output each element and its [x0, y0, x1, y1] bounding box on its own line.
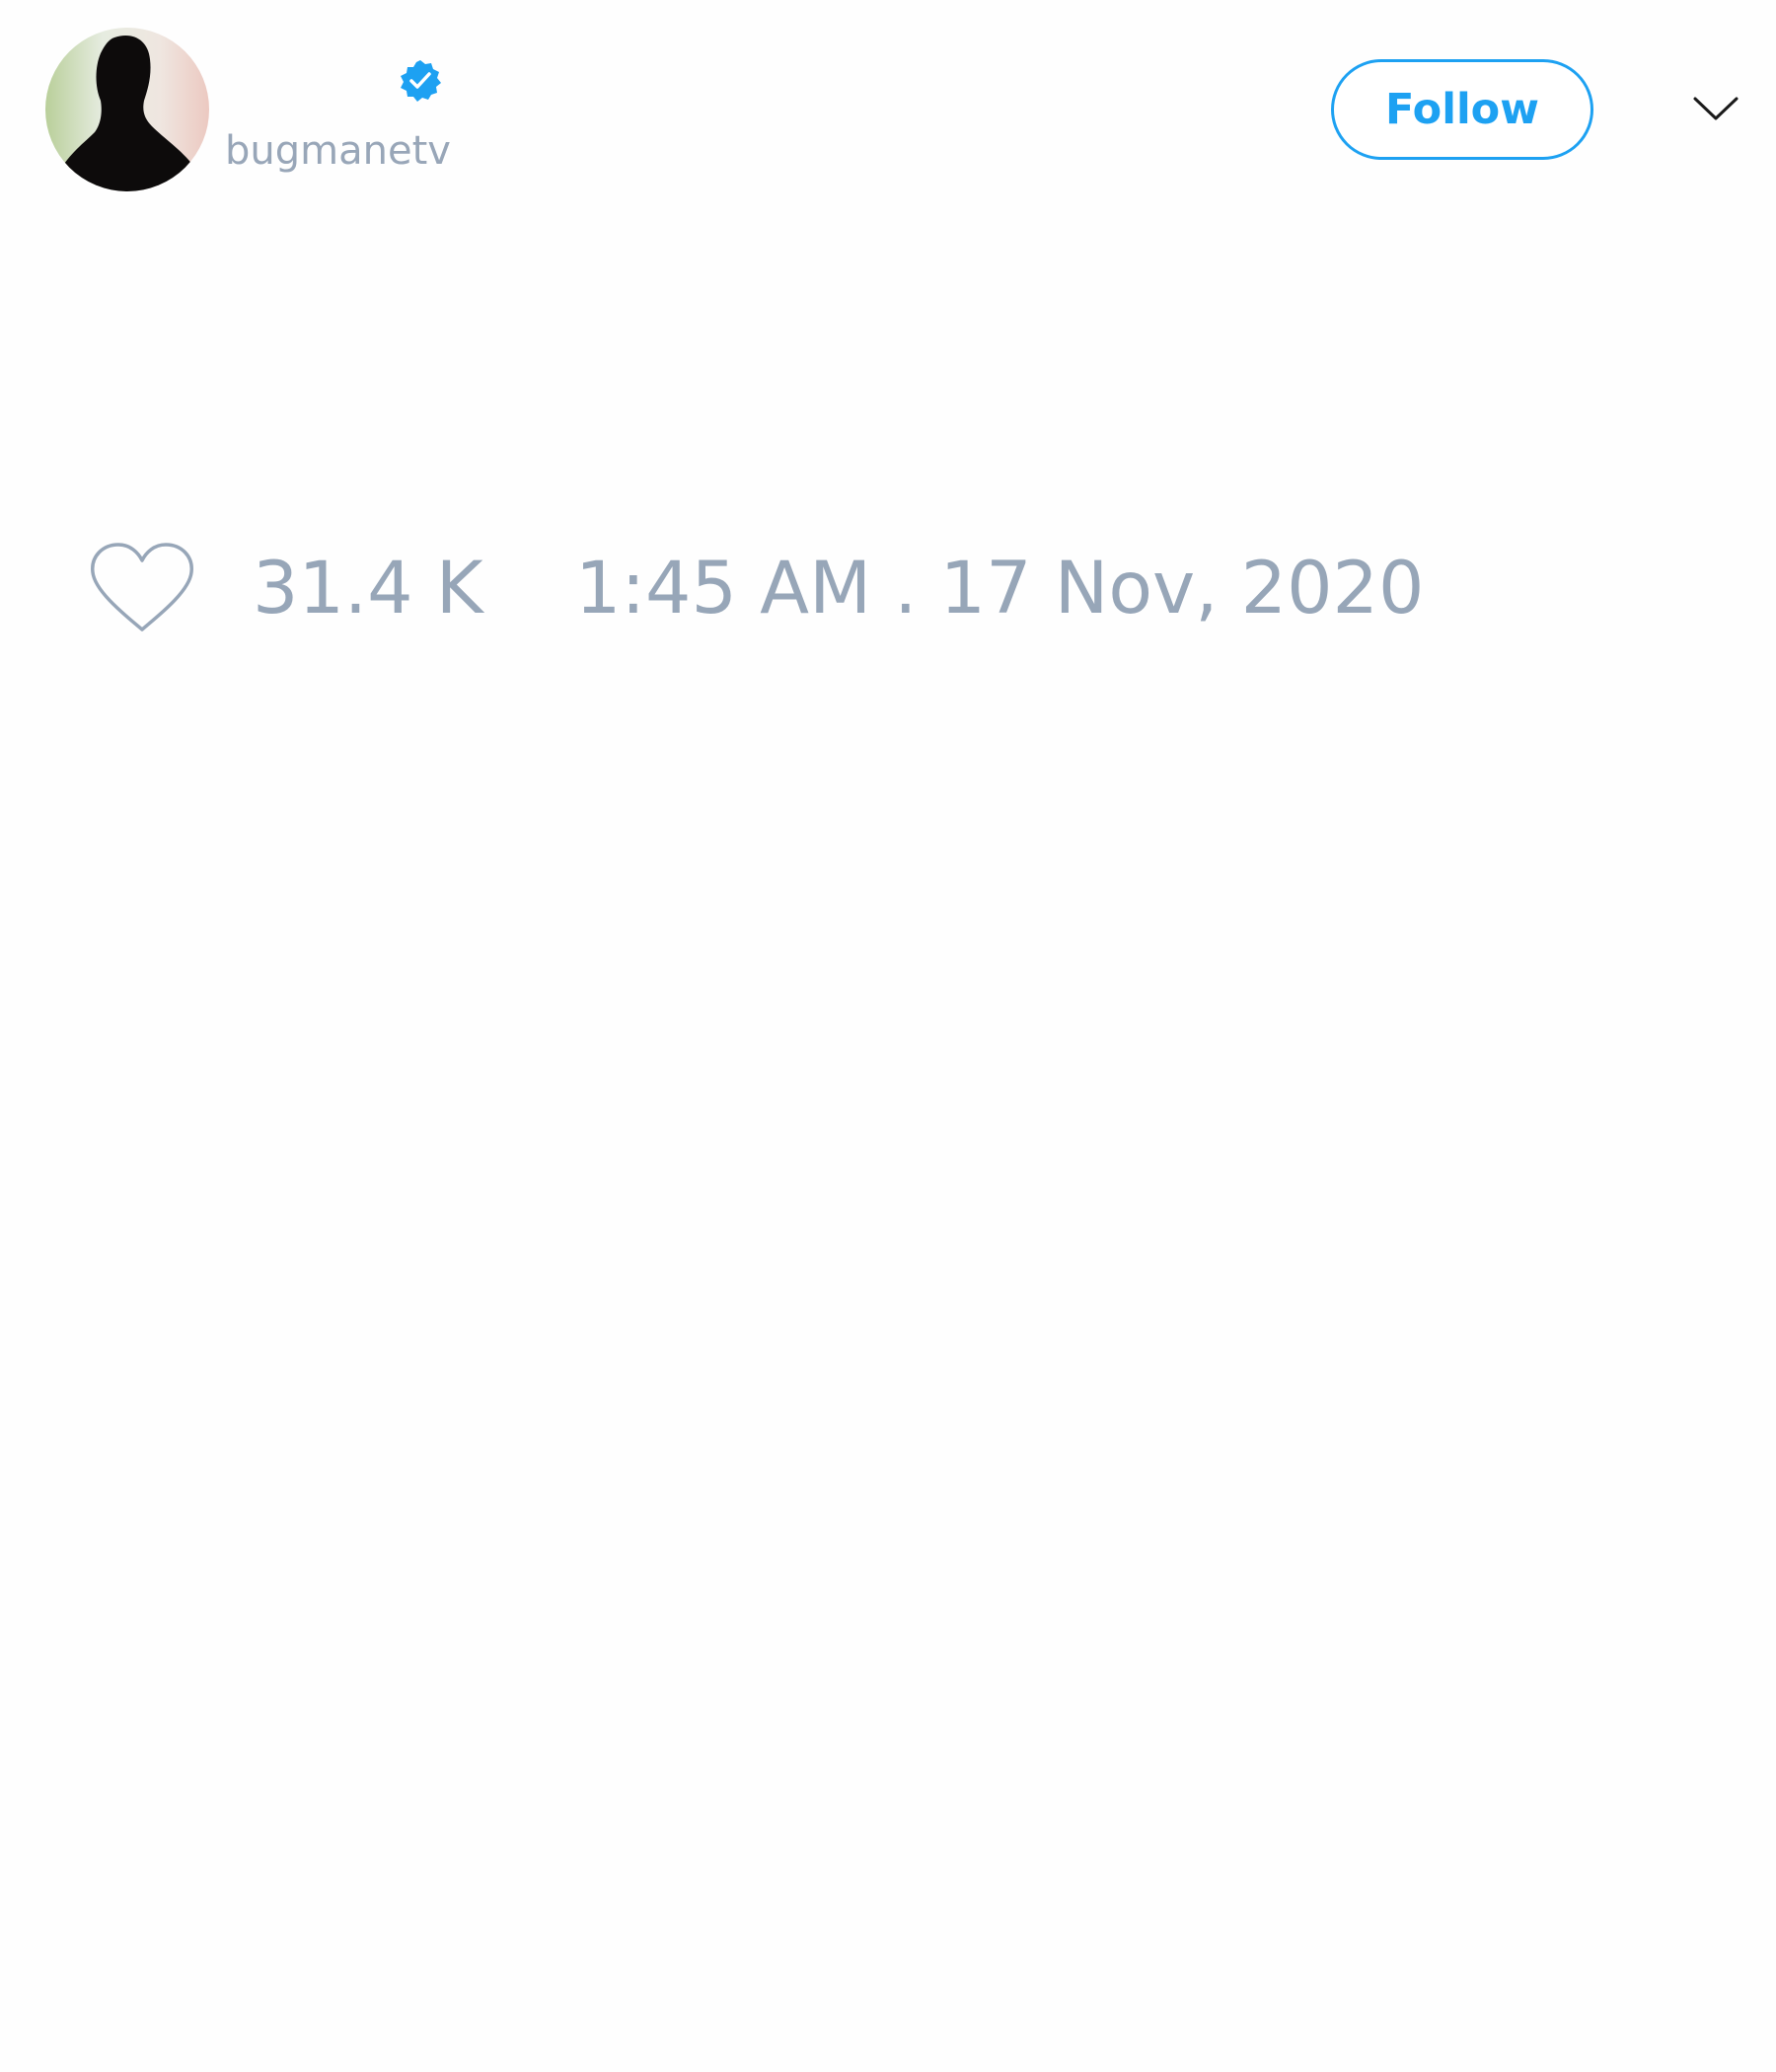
avatar[interactable] — [45, 28, 209, 191]
chevron-down-icon[interactable] — [1691, 89, 1740, 128]
tweet-timestamp[interactable]: 1:45 AM . 17 Nov, 2020 — [575, 548, 1424, 630]
author-handle[interactable]: bugmanetv — [225, 127, 451, 175]
like-count: 31.4 K — [253, 547, 483, 630]
verified-badge-icon — [399, 59, 442, 103]
follow-button[interactable]: Follow — [1331, 59, 1593, 160]
tweet-card: bugmanetv Follow 31.4 K 1:45 AM . 17 Nov… — [0, 0, 1776, 2072]
heart-outline-icon[interactable] — [89, 541, 195, 635]
profile-silhouette-icon — [45, 28, 209, 191]
